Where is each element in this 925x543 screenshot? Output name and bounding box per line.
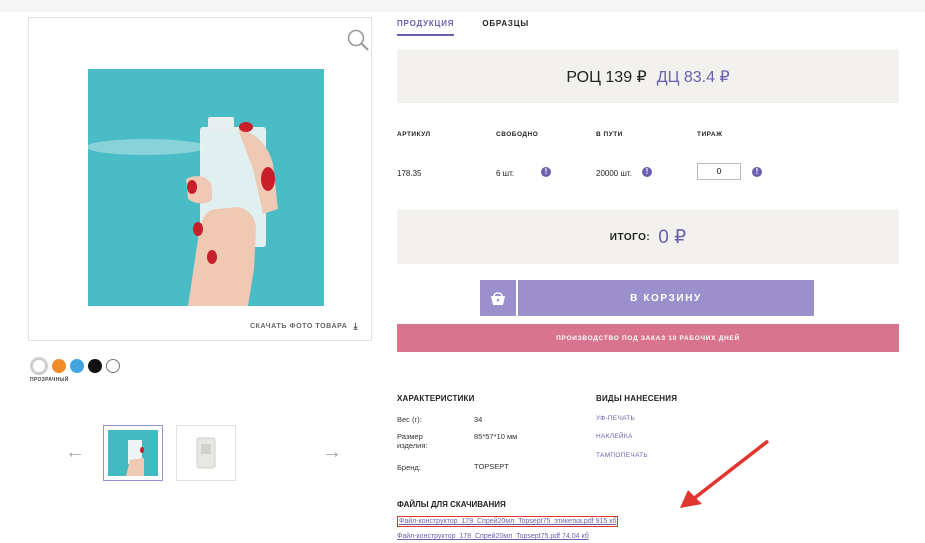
total-box: ИТОГО: 0 ₽ (397, 210, 899, 264)
price-box: РОЦ 139 ₽ ДЦ 83.4 ₽ (397, 50, 899, 103)
swatch-white[interactable] (106, 359, 120, 373)
swatch-orange[interactable] (52, 359, 66, 373)
free-stock-info-icon[interactable]: ! (541, 167, 551, 177)
weight-label: Вес (г): (397, 415, 422, 424)
files-title: ФАЙЛЫ ДЛЯ СКАЧИВАНИЯ (397, 500, 506, 509)
characteristics-title: ХАРАКТЕРИСТИКИ (397, 394, 475, 403)
spec-header-in-transit: В ПУТИ (596, 131, 623, 138)
total-value: 0 ₽ (658, 226, 687, 248)
quantity-info-icon[interactable]: ! (752, 167, 762, 177)
size-value: 85*57*10 мм (474, 432, 518, 441)
brand-value: TOPSEPT (474, 462, 509, 471)
swatch-transparent[interactable] (30, 357, 48, 375)
weight-value: 34 (474, 415, 483, 424)
file-link-pdf[interactable]: Файл-конструктор_178_Спрей20мл_Topsept75… (397, 533, 589, 540)
in-transit-info-icon[interactable]: ! (642, 167, 652, 177)
swatch-black[interactable] (88, 359, 102, 373)
magnifier-icon[interactable] (346, 28, 372, 54)
spec-header-free: СВОБОДНО (496, 131, 539, 138)
thumbnail-prev-arrow-icon[interactable]: ← (65, 441, 85, 464)
download-photo-label: СКАЧАТЬ ФОТО ТОВАРА (250, 323, 348, 330)
annotation-arrow-icon (680, 439, 770, 508)
article-value: 178.35 (397, 169, 422, 178)
thumbnail-2-image (196, 437, 216, 469)
dc-price: ДЦ 83.4 ₽ (656, 68, 730, 86)
color-swatches (30, 357, 120, 375)
product-tabs: ПРОДУКЦИЯ ОБРАЗЦЫ (397, 19, 529, 36)
product-image[interactable] (88, 69, 324, 306)
thumbnail-1-image (108, 430, 158, 476)
free-stock-value: 6 шт. (496, 169, 515, 178)
spec-header-quantity: ТИРАЖ (697, 131, 723, 138)
thumbnail-1[interactable] (103, 425, 163, 481)
tab-products[interactable]: ПРОДУКЦИЯ (397, 19, 455, 36)
top-bar (0, 0, 925, 12)
production-notice: ПРОИЗВОДСТВО ПОД ЗАКАЗ 10 РАБОЧИХ ДНЕЙ (397, 324, 899, 352)
method-pad-print[interactable]: ТАМПОПЕЧАТЬ (596, 452, 648, 459)
file-link-label-pdf[interactable]: Файл-конструктор_178_Спрей20мл_Topsept75… (397, 516, 619, 527)
spec-header-article: АРТИКУЛ (397, 131, 431, 138)
size-label: Размер изделия: (397, 432, 428, 450)
brand-label: Бренд: (397, 463, 421, 472)
add-to-cart-button[interactable]: В КОРЗИНУ (518, 280, 814, 316)
tab-samples[interactable]: ОБРАЗЦЫ (482, 19, 529, 36)
download-photo-link[interactable]: СКАЧАТЬ ФОТО ТОВАРА ⤓ (250, 321, 358, 332)
in-transit-value: 20000 шт. (596, 169, 632, 178)
quantity-input[interactable] (697, 163, 741, 180)
basket-icon[interactable] (480, 280, 516, 316)
application-methods-title: ВИДЫ НАНЕСЕНИЯ (596, 394, 678, 403)
total-label: ИТОГО: (609, 231, 651, 243)
method-sticker[interactable]: НАКЛЕЙКА (596, 433, 633, 440)
roc-price: РОЦ 139 ₽ (566, 68, 647, 86)
swatch-blue[interactable] (70, 359, 84, 373)
thumbnail-2[interactable] (176, 425, 236, 481)
method-uv-print[interactable]: УФ-ПЕЧАТЬ (596, 415, 635, 422)
download-icon: ⤓ (353, 321, 359, 331)
thumbnail-next-arrow-icon[interactable]: → (322, 441, 342, 464)
selected-color-label: ПРОЗРАЧНЫЙ (30, 377, 69, 383)
